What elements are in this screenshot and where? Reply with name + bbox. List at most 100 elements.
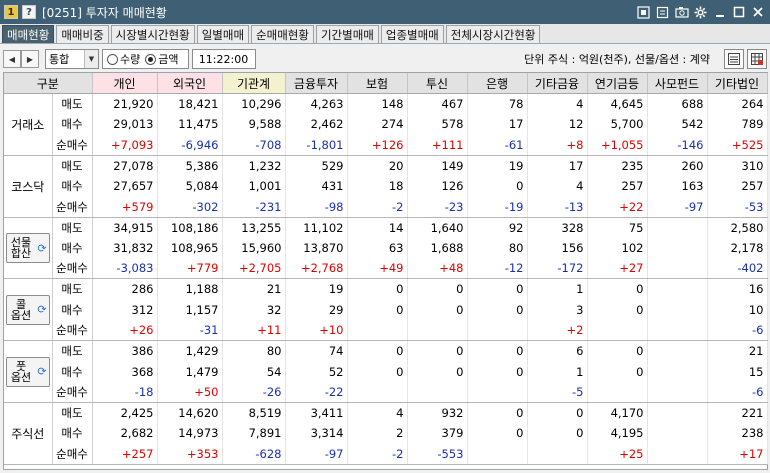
table-cell: 156	[527, 237, 588, 259]
table-cell: -19	[467, 196, 528, 218]
col-header[interactable]: 보험	[347, 73, 408, 95]
table-cell: 529	[285, 155, 348, 176]
table-cell: +11	[222, 320, 286, 342]
qty-radio-label[interactable]: 수량	[120, 51, 140, 67]
settings-gear-icon[interactable]	[692, 4, 709, 21]
investor-trading-table: 구분 개인 외국인 기관계 금융투자 보험 투신 은행 기타금융 연기금등 사모펀드 기타법인 거래…	[3, 72, 768, 470]
table-cell	[647, 361, 708, 382]
maximize-icon[interactable]	[730, 4, 747, 21]
row-sub-label: 매수	[52, 237, 93, 259]
table-cell: 431	[285, 175, 348, 197]
qty-radio[interactable]	[107, 53, 118, 65]
tab-3[interactable]: 일별매매	[196, 25, 250, 43]
col-header[interactable]: 외국인	[157, 73, 223, 95]
table-cell: 1,001	[222, 175, 286, 197]
table-cell: -97	[647, 196, 708, 218]
table-cell: 0	[587, 340, 648, 362]
table-cell: +27	[587, 258, 648, 280]
table-cell: 3,411	[285, 402, 348, 424]
row-sub-label: 매수	[52, 423, 93, 444]
table-cell: 5,084	[157, 175, 223, 197]
memo-icon[interactable]	[654, 4, 671, 21]
camera-icon[interactable]	[673, 4, 690, 21]
close-icon[interactable]	[749, 4, 766, 21]
table-cell: 27,657	[92, 175, 158, 197]
col-header[interactable]: 은행	[467, 73, 528, 95]
table-cell: +779	[157, 258, 223, 280]
amount-radio[interactable]	[145, 53, 157, 65]
tab-0[interactable]: 매매현황	[2, 25, 55, 43]
table-row: 순매수 +257 +353 -628 -97 -2 -553 +25 +17	[4, 443, 768, 465]
link-icon[interactable]	[635, 4, 652, 21]
excel-export-icon[interactable]	[747, 49, 767, 69]
minimize-icon[interactable]	[711, 4, 728, 21]
group-toggle-button[interactable]: 선물 합산 ⟳	[6, 233, 50, 264]
table-cell: 108,965	[157, 237, 223, 259]
tab-2[interactable]: 시장별시간현황	[110, 25, 195, 43]
table-cell: 17	[527, 155, 588, 176]
row-sub-label: 매도	[52, 217, 93, 238]
list-view-icon[interactable]	[724, 49, 744, 69]
row-group-label[interactable]: 선물 합산 ⟳	[4, 217, 53, 280]
group-label-text: 거래소	[11, 117, 45, 132]
col-header[interactable]: 기타금융	[527, 73, 588, 95]
tab-7[interactable]: 전체시장시간현황	[445, 25, 541, 43]
table-cell: 4,195	[587, 423, 648, 444]
table-cell: 379	[407, 423, 468, 444]
table-cell: 0	[407, 299, 468, 321]
table-cell	[527, 443, 588, 465]
col-header[interactable]: 기관계	[222, 73, 286, 95]
table-cell	[587, 320, 648, 342]
tab-1[interactable]: 매매비중	[56, 25, 109, 43]
table-cell: 3	[527, 299, 588, 321]
table-cell: +1,055	[587, 134, 648, 156]
table-cell: 10,296	[222, 93, 286, 115]
table-row: 순매수 -18 +50 -26 -22 -5 -6	[4, 381, 768, 403]
table-cell: +353	[157, 443, 223, 465]
table-cell: +579	[92, 196, 158, 218]
refresh-icon: ⟳	[37, 303, 47, 317]
table-cell: 15	[707, 361, 768, 382]
table-cell	[647, 217, 708, 238]
group-label-text: 코스닥	[11, 179, 45, 194]
table-cell: 31,832	[92, 237, 158, 259]
screen-number-badge[interactable]: 1	[4, 5, 18, 19]
col-header[interactable]: 개인	[92, 73, 158, 95]
row-sub-label: 순매수	[52, 443, 93, 465]
help-badge[interactable]: ?	[22, 5, 36, 19]
market-select[interactable]: 통합 ▼	[45, 49, 99, 69]
col-header[interactable]: 투신	[407, 73, 468, 95]
row-group-label[interactable]: 콜 옵션 ⟳	[4, 278, 53, 342]
col-header[interactable]: 사모펀드	[647, 73, 708, 95]
col-header[interactable]: 기타법인	[707, 73, 768, 95]
col-header[interactable]: 금융투자	[285, 73, 348, 95]
table-cell: -5	[527, 381, 588, 403]
table-cell: 0	[347, 299, 408, 321]
row-sub-label: 매도	[52, 155, 93, 176]
table-cell: -26	[222, 381, 286, 403]
table-cell: 1,188	[157, 278, 223, 300]
tab-5[interactable]: 기간별매매	[315, 25, 379, 43]
col-header[interactable]: 연기금등	[587, 73, 648, 95]
table-cell: 1,232	[222, 155, 286, 176]
time-input[interactable]: 11:22:00	[191, 49, 256, 69]
tab-strip: 매매현황 매매비중 시장별시간현황 일별매매 순매매현황 기간별매매 업종별매매 전체시장시간…	[0, 24, 770, 44]
row-group-label: 거래소	[4, 93, 53, 156]
group-toggle-button[interactable]: 풋 옵션 ⟳	[6, 356, 50, 387]
chevron-down-icon[interactable]: ▼	[84, 50, 98, 68]
toolbar: ◀ ▶ 통합 ▼ 수량 금액 11:22:00 단위 주식 : 억원(천주), …	[0, 45, 770, 73]
table-cell: 2	[347, 423, 408, 444]
table-cell	[347, 381, 408, 403]
tab-6[interactable]: 업종별매매	[380, 25, 444, 43]
table-cell: -2	[347, 196, 408, 218]
amount-radio-label[interactable]: 금액	[158, 51, 178, 67]
tab-4[interactable]: 순매매현황	[251, 25, 314, 43]
table-cell: 8,519	[222, 402, 286, 424]
group-toggle-button[interactable]: 콜 옵션 ⟳	[6, 294, 50, 325]
row-group-label[interactable]: 풋 옵션 ⟳	[4, 340, 53, 403]
table-cell: 0	[467, 340, 528, 362]
table-cell: 312	[92, 299, 158, 321]
table-cell: 2,682	[92, 423, 158, 444]
prev-arrow-icon[interactable]: ◀	[3, 50, 21, 68]
next-arrow-icon[interactable]: ▶	[21, 50, 39, 68]
